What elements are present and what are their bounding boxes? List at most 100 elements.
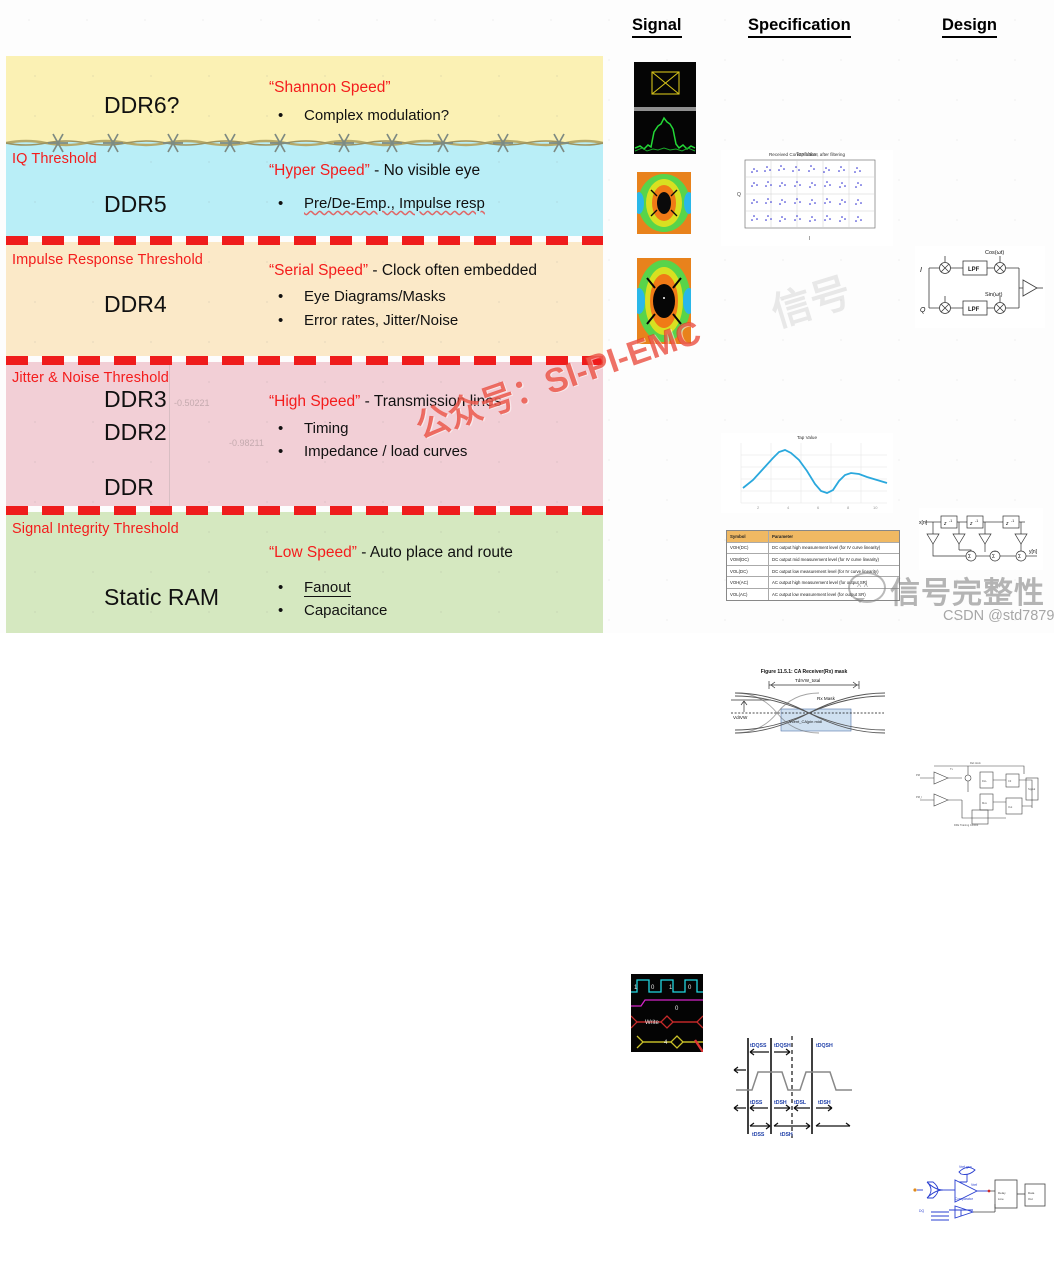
- svg-text:Σ: Σ: [1018, 554, 1021, 560]
- svg-text:Out: Out: [1028, 1197, 1033, 1201]
- bullet-error-rates: • Error rates, Jitter/Noise: [278, 312, 458, 329]
- column-header-design: Design: [942, 16, 998, 38]
- vref-comparator-schematic-icon: Vref Comparator Vref gen DQ Delay Line Da…: [913, 1165, 1046, 1221]
- dqs-timing-diagram-icon: tDQSS tDQSH tDQSH tDSS tDSH tDSL tDSH tDSS t…: [726, 1030, 856, 1148]
- symbol-cell: VOL(AC): [727, 588, 769, 600]
- fir-filter-diagram-icon: x[n] z -1 z -1 z -1 Σ Σ Σ y[n]: [919, 515, 1038, 562]
- bullet-dot-icon: •: [278, 195, 284, 212]
- svg-text:-1: -1: [975, 519, 978, 523]
- svg-text:10: 10: [873, 505, 878, 510]
- svg-text:DLL: DLL: [982, 779, 987, 783]
- svg-text:Signal: Signal: [1028, 787, 1036, 791]
- svg-text:-1: -1: [949, 519, 952, 523]
- figure-signal-row2: [637, 172, 691, 234]
- bullet-capacitance: • Capacitance: [278, 602, 387, 619]
- constellation-scatter-icon: Q I: [737, 159, 876, 242]
- ddr4-label: DDR4: [104, 291, 167, 317]
- low-speed-tag: “Low Speed” - Auto place and route: [269, 544, 513, 562]
- bullet-dot-icon: •: [278, 312, 284, 329]
- ddr6-label: DDR6?: [104, 92, 180, 118]
- figure-signal-row3: [637, 258, 691, 344]
- svg-text:tDSS: tDSS: [752, 1132, 765, 1138]
- svg-text:Mux: Mux: [982, 801, 988, 805]
- high-speed-quoted: “High Speed”: [269, 393, 361, 410]
- bullet-text: Fanout: [304, 579, 351, 597]
- table-row: VOH(DC) DC output high measurement level…: [727, 542, 899, 555]
- figure-signal-row4: 10 10 0 Write 4: [631, 974, 703, 1052]
- ghost-number-2: -0.50221: [174, 398, 210, 408]
- high-speed-after: - Transmission lines: [364, 393, 502, 410]
- bullet-timing: • Timing: [278, 420, 348, 437]
- slide-canvas: DDR6? “Shannon Speed” • Complex modulatio…: [0, 0, 1054, 1232]
- svg-text:tDSS: tDSS: [750, 1100, 763, 1106]
- table-row: VOL(DC) DC output low measurement level …: [727, 565, 899, 578]
- svg-text:DQ: DQ: [919, 1209, 924, 1213]
- svg-text:6: 6: [817, 505, 820, 510]
- table-header-parameter: Parameter: [772, 533, 794, 539]
- hyper-speed-after: - No visible eye: [374, 162, 481, 179]
- svg-text:Comparator: Comparator: [955, 1197, 974, 1201]
- figure-spec-row2: Tap Value 246 8 10: [721, 433, 893, 513]
- svg-text:Vref gen: Vref gen: [959, 1165, 972, 1169]
- bullet-text: Complex modulation?: [304, 107, 450, 124]
- svg-text:y[n]: y[n]: [1029, 549, 1038, 555]
- svg-text:Tx: Tx: [950, 767, 954, 771]
- figure-spec-row4: tDQSS tDQSH tDQSH tDSS tDSH tDSL tDSH tDSS t…: [726, 1030, 856, 1148]
- figure-spec-row1: Received Constellation , after filtering: [721, 150, 893, 246]
- column-header-specification: Specification: [748, 16, 851, 38]
- parameter-cell: AC output low measurement level (for out…: [772, 591, 866, 597]
- ddr2-label: DDR2: [104, 419, 167, 445]
- dll-timing-schematic-icon: PMPM_I TxRef clock DLLMux CtlOut Signal …: [916, 761, 1039, 827]
- parameter-cell: DC output high measurement level (for IV…: [772, 545, 881, 551]
- bullet-text: Error rates, Jitter/Noise: [304, 312, 459, 329]
- spec-table-row5: Symbol Parameter VOH(DC) DC output high …: [726, 530, 900, 601]
- parameter-cell: AC output high measurement level (for ou…: [772, 580, 868, 586]
- bullet-text: Timing: [304, 420, 349, 437]
- rx-mask-eye-icon: TdIVW_total Rx Mask VdIVW Vcent_CA|pin m…: [731, 678, 886, 734]
- table-row: VOH(AC) AC output high measurement level…: [727, 577, 899, 589]
- threshold-impulse-response: Impulse Response Threshold: [12, 252, 203, 268]
- svg-text:Write: Write: [645, 1020, 660, 1026]
- bullet-complex-modulation: • Complex modulation?: [278, 107, 449, 124]
- svg-text:PM: PM: [916, 773, 920, 777]
- svg-text:Ref clock: Ref clock: [970, 761, 981, 765]
- bullet-dot-icon: •: [278, 443, 284, 460]
- bullet-fanout: • Fanout: [278, 579, 351, 597]
- svg-text:tDSH: tDSH: [774, 1100, 787, 1106]
- bullet-dot-icon: •: [278, 602, 284, 619]
- ghost-axis-line: [169, 362, 170, 506]
- scope-eye-spectrum-icon: [634, 62, 696, 154]
- serial-speed-quoted: “Serial Speed”: [269, 262, 369, 279]
- constellation-ylabel: Q: [737, 192, 741, 198]
- svg-text:Q: Q: [920, 307, 926, 314]
- svg-text:z: z: [943, 521, 947, 527]
- svg-text:PM_I: PM_I: [916, 795, 922, 799]
- svg-text:Ctl: Ctl: [1008, 779, 1012, 783]
- figure-columns: Signal Specification Design Received Con…: [604, 0, 1054, 1232]
- figure-design-row3: PM PM_I Tx Ref clock DLL Mux Ctl Out Signal …: [914, 758, 1048, 830]
- low-speed-quoted: “Low Speed”: [269, 544, 357, 561]
- high-speed-tag: “High Speed” - Transmission lines: [269, 393, 502, 411]
- svg-text:Line: Line: [998, 1197, 1004, 1201]
- svg-text:LPF: LPF: [968, 307, 980, 313]
- shannon-speed-quoted: “Shannon Speed”: [269, 79, 391, 96]
- table-header-row: Symbol Parameter: [727, 531, 899, 543]
- svg-text:Out: Out: [1008, 805, 1012, 809]
- threshold-jitter-noise: Jitter & Noise Threshold: [12, 370, 169, 386]
- constellation-xlabel: I: [809, 236, 810, 242]
- threshold-line-impulse: [6, 236, 603, 245]
- svg-text:-1: -1: [1011, 519, 1014, 523]
- static-ram-label: Static RAM: [104, 584, 220, 610]
- svg-text:2: 2: [757, 505, 760, 510]
- iq-modulator-diagram-icon: LPF LPF I Q Cos(ωt) Sin(ωt): [920, 250, 1043, 316]
- serial-speed-after: - Clock often embedded: [372, 262, 537, 279]
- bullet-text: Eye Diagrams/Masks: [304, 288, 446, 305]
- svg-text:Vcent_CA|pin midl: Vcent_CA|pin midl: [789, 719, 822, 724]
- constellation-footer: Tap Value: [796, 152, 818, 158]
- thermal-eye-dense-icon: [637, 258, 691, 344]
- svg-text:LPF: LPF: [968, 267, 980, 273]
- svg-text:Cos(ωt): Cos(ωt): [985, 250, 1004, 256]
- svg-text:Σ: Σ: [968, 554, 971, 560]
- svg-text:Delay: Delay: [998, 1191, 1006, 1195]
- ddr3-label: DDR3: [104, 386, 167, 412]
